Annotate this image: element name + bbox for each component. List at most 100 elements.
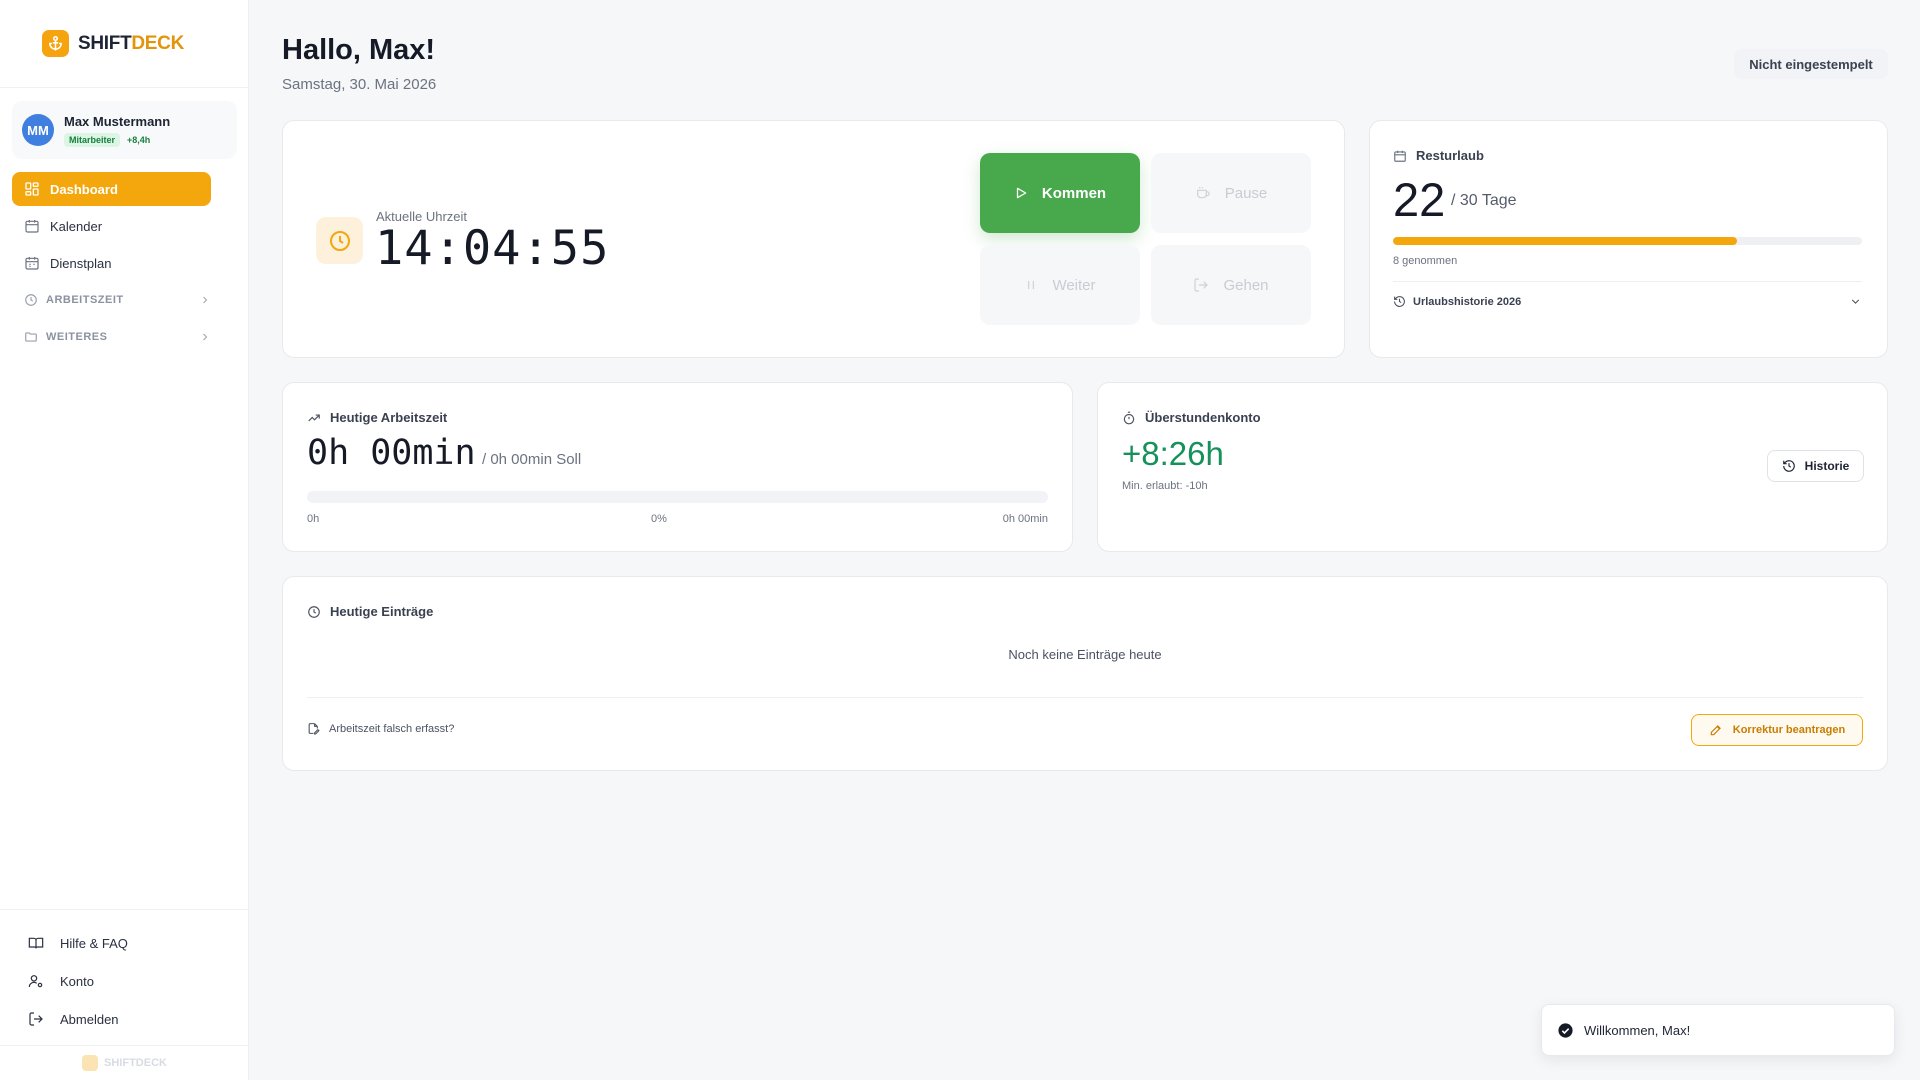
- korrektur-label: Korrektur beantragen: [1732, 724, 1846, 736]
- status-badge: Nicht eingestempelt: [1734, 49, 1888, 79]
- overtime-min-allowed: Min. erlaubt: -10h: [1122, 480, 1208, 492]
- sidebar-item-label: Dashboard: [50, 181, 118, 197]
- wrong-time-label: Arbeitszeit falsch erfasst?: [329, 722, 455, 735]
- wrong-time-hint: Arbeitszeit falsch erfasst?: [307, 722, 454, 735]
- vacation-remaining: 22: [1393, 173, 1446, 226]
- gehen-label: Gehen: [1223, 276, 1269, 294]
- historie-label: Historie: [1804, 459, 1850, 473]
- avatar: MM: [22, 114, 54, 146]
- overtime-title: Überstundenkonto: [1145, 410, 1261, 425]
- vacation-total: / 30 Tage: [1451, 192, 1517, 209]
- vacation-history-label: Urlaubshistorie 2026: [1413, 295, 1522, 308]
- vacation-taken: 8 genommen: [1393, 255, 1458, 267]
- chevron-right-icon: [203, 296, 208, 304]
- sidebar-item-help[interactable]: Hilfe & FAQ: [0, 924, 249, 962]
- sidebar-item-kalender[interactable]: Kalender: [12, 209, 211, 243]
- sidebar-item-label: Konto: [60, 973, 94, 989]
- sidebar-item-label: Hilfe & FAQ: [60, 935, 128, 951]
- overtime-header: Überstundenkonto: [1122, 410, 1261, 425]
- sidebar-section-arbeitszeit[interactable]: ARBEITSZEIT: [12, 283, 211, 317]
- book-icon: [28, 937, 44, 949]
- progress-label-start: 0h: [307, 513, 320, 525]
- pencil-icon: [1710, 725, 1721, 736]
- logout-icon: [1194, 278, 1209, 292]
- grid-icon: [25, 182, 39, 196]
- toast-message: Willkommen, Max!: [1584, 1022, 1691, 1038]
- toast-notification: Willkommen, Max!: [1541, 1004, 1895, 1056]
- role-badge: Mitarbeiter: [64, 132, 121, 147]
- chevron-right-icon: [203, 333, 208, 341]
- entries-empty-state: Noch keine Einträge heute: [1008, 647, 1162, 662]
- korrektur-button[interactable]: Korrektur beantragen: [1691, 714, 1863, 746]
- brand-name: SHIFTDECK: [78, 33, 184, 55]
- sidebar-section-weiteres[interactable]: WEITERES: [12, 320, 211, 354]
- sidebar-item-dienstplan[interactable]: Dienstplan: [12, 246, 211, 280]
- sidebar-item-label: Kalender: [50, 218, 103, 234]
- overtime-card: Überstundenkonto +8:26h Min. erlaubt: -1…: [1097, 382, 1888, 552]
- sidebar-section-label: ARBEITSZEIT: [46, 294, 124, 306]
- gehen-button[interactable]: Gehen: [1151, 245, 1311, 325]
- kommen-button[interactable]: Kommen: [980, 153, 1140, 233]
- overtime-value: +8:26h: [1122, 435, 1224, 472]
- check-circle-icon: [1558, 1022, 1573, 1038]
- bottom-nav: Hilfe & FAQ Konto Abmelden: [0, 909, 249, 1038]
- pause-button[interactable]: Pause: [1151, 153, 1311, 233]
- entries-header: Heutige Einträge: [307, 604, 433, 619]
- footer-brand-name: SHIFTDECK: [104, 1057, 167, 1069]
- sidebar-item-label: Abmelden: [60, 1011, 119, 1027]
- sidebar-item-konto[interactable]: Konto: [0, 962, 249, 1000]
- calendar-icon: [1394, 150, 1406, 162]
- pause-label: Pause: [1224, 184, 1268, 202]
- calendar-icon: [25, 220, 39, 233]
- file-edit-icon: [308, 723, 320, 735]
- stopwatch-icon: [1123, 411, 1135, 424]
- pause-icon: [1028, 280, 1035, 290]
- history-icon: [1394, 296, 1405, 307]
- historie-button[interactable]: Historie: [1767, 450, 1864, 482]
- vacation-history-toggle[interactable]: Urlaubshistorie 2026: [1393, 295, 1862, 308]
- divider: [307, 697, 1863, 698]
- sidebar-item-dashboard[interactable]: Dashboard: [12, 172, 211, 206]
- footer-brand: SHIFTDECK: [0, 1045, 249, 1080]
- sidebar-item-label: Dienstplan: [50, 255, 112, 271]
- user-balance: +8,4h: [127, 134, 151, 145]
- anchor-icon: [42, 30, 69, 57]
- clock-card: Aktuelle Uhrzeit 14:04:55 Kommen Pause W…: [282, 120, 1345, 358]
- work-today-progress: [307, 491, 1048, 503]
- clock-icon: [25, 294, 37, 306]
- coffee-icon: [1196, 187, 1210, 199]
- brand-name-part2: DECK: [131, 32, 185, 54]
- trending-up-icon: [308, 414, 320, 421]
- brand[interactable]: SHIFTDECK: [0, 0, 248, 88]
- clock-icon: [308, 605, 320, 618]
- entries-title: Heutige Einträge: [330, 604, 434, 619]
- work-today-soll: / 0h 00min Soll: [482, 451, 582, 468]
- history-icon: [1782, 460, 1795, 472]
- user-gear-icon: [28, 975, 43, 988]
- sidebar-section-label: WEITERES: [46, 331, 108, 343]
- weiter-button[interactable]: Weiter: [980, 245, 1140, 325]
- vacation-card: Resturlaub 22 / 30 Tage 8 genommen Urlau…: [1369, 120, 1888, 358]
- anchor-icon: [82, 1055, 99, 1071]
- vacation-title: Resturlaub: [1416, 148, 1484, 163]
- chevron-down-icon: [1851, 299, 1860, 304]
- vacation-progress: [1393, 237, 1862, 245]
- clock-icon: [316, 217, 363, 264]
- user-card[interactable]: MM Max Mustermann Mitarbeiter +8,4h: [12, 101, 237, 159]
- play-icon: [1016, 187, 1027, 199]
- entries-card: Heutige Einträge Noch keine Einträge heu…: [282, 576, 1888, 771]
- divider: [1393, 281, 1862, 282]
- sidebar: SHIFTDECK MM Max Mustermann Mitarbeiter …: [0, 0, 249, 1080]
- vacation-progress-fill: [1393, 237, 1737, 245]
- calendar-icon: [25, 257, 39, 270]
- kommen-label: Kommen: [1041, 184, 1107, 202]
- clock-time: 14:04:55: [375, 221, 610, 276]
- sidebar-item-logout[interactable]: Abmelden: [0, 1000, 249, 1038]
- current-date: Samstag, 30. Mai 2026: [282, 76, 437, 93]
- folder-icon: [25, 332, 37, 342]
- work-today-card: Heutige Arbeitszeit 0h 00min / 0h 00min …: [282, 382, 1073, 552]
- vacation-header: Resturlaub: [1393, 148, 1484, 163]
- progress-label-percent: 0%: [651, 513, 667, 525]
- main-nav: Dashboard Kalender Dienstplan ARBEITSZEI…: [12, 172, 211, 357]
- user-name: Max Mustermann: [64, 113, 171, 129]
